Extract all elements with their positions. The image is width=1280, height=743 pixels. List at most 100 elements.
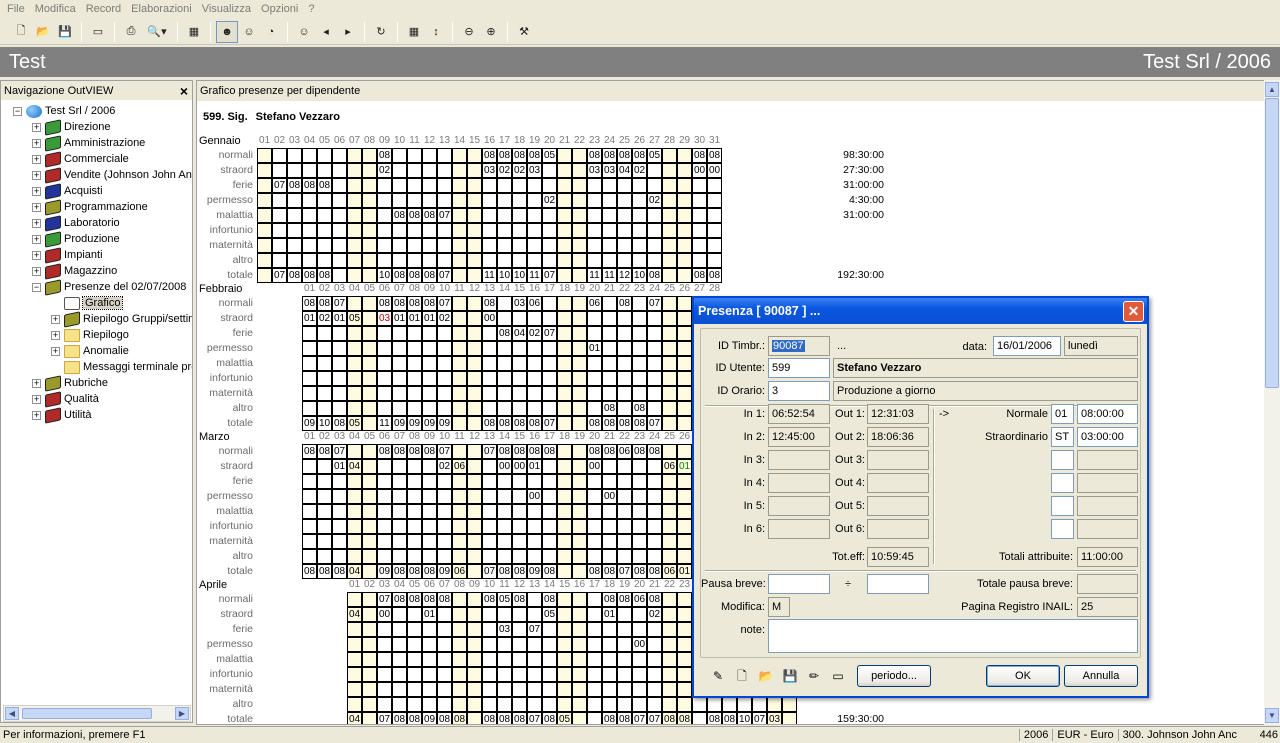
- id-orario-field[interactable]: 3: [768, 381, 830, 401]
- menu-item-visualizza[interactable]: Visualizza: [197, 3, 256, 15]
- menu-item-file[interactable]: File: [2, 3, 30, 15]
- report-icon[interactable]: ▦: [183, 21, 205, 43]
- vertical-scrollbar[interactable]: ▲ ▼: [1264, 80, 1280, 725]
- expand-icon[interactable]: +: [32, 154, 41, 164]
- out-field[interactable]: [867, 450, 929, 470]
- expand-icon[interactable]: +: [32, 202, 41, 212]
- tree-item[interactable]: + Qualità: [32, 390, 99, 408]
- horizontal-scrollbar[interactable]: ◀ ▶: [3, 705, 191, 722]
- id-timbr-field[interactable]: 90087: [768, 336, 830, 356]
- scroll-right-icon[interactable]: ▶: [175, 707, 189, 720]
- tree-item[interactable]: + Produzione: [32, 230, 120, 248]
- tree-item[interactable]: + Utilità: [32, 406, 92, 424]
- extra-code-field[interactable]: [1051, 450, 1074, 470]
- edit-icon[interactable]: ✎: [710, 668, 726, 684]
- expand-icon[interactable]: +: [32, 250, 41, 260]
- expand-icon[interactable]: +: [32, 378, 41, 388]
- tree-item[interactable]: − Test Srl / 2006: [13, 103, 115, 119]
- users-color-icon[interactable]: ☺: [238, 21, 260, 43]
- expand-icon[interactable]: −: [13, 106, 22, 116]
- extra-code-field[interactable]: [1051, 496, 1074, 516]
- zoom-out-icon[interactable]: ⊖: [458, 21, 480, 43]
- open-icon[interactable]: 📂: [32, 21, 54, 43]
- open-icon[interactable]: 📂: [758, 668, 774, 684]
- expand-icon[interactable]: +: [32, 170, 41, 180]
- tree-item[interactable]: Messaggi terminale pre: [51, 359, 192, 375]
- prev-icon[interactable]: ◂: [315, 21, 337, 43]
- tree-item[interactable]: + Acquisti: [32, 182, 103, 200]
- pausa-end-field[interactable]: [867, 574, 929, 594]
- menu-item-elaborazioni[interactable]: Elaborazioni: [126, 3, 197, 15]
- tree-item[interactable]: + Laboratorio: [32, 214, 120, 232]
- print-icon[interactable]: ⎙: [120, 21, 142, 43]
- tree-item[interactable]: + Programmazione: [32, 198, 148, 216]
- close-icon[interactable]: ×: [180, 83, 188, 99]
- card-icon[interactable]: ▭: [87, 21, 109, 43]
- card-icon[interactable]: ▭: [830, 668, 846, 684]
- tree-item[interactable]: + Amministrazione: [32, 134, 145, 152]
- tree-item[interactable]: + Impianti: [32, 246, 103, 264]
- note-field[interactable]: [768, 619, 1138, 653]
- tree-item[interactable]: + Magazzino: [32, 262, 117, 280]
- scroll-thumb[interactable]: [1265, 98, 1279, 388]
- new-icon[interactable]: 🗋: [10, 21, 32, 43]
- out-field[interactable]: [867, 473, 929, 493]
- out-field[interactable]: [867, 496, 929, 516]
- scroll-thumb[interactable]: [22, 708, 152, 719]
- menu-item-modifica[interactable]: Modifica: [30, 3, 81, 15]
- expand-icon[interactable]: +: [32, 122, 41, 132]
- expand-icon[interactable]: +: [32, 218, 41, 228]
- tree-item[interactable]: + Riepilogo: [51, 327, 129, 343]
- straord-code-field[interactable]: ST: [1051, 427, 1074, 447]
- extra-code-field[interactable]: [1051, 519, 1074, 539]
- expand-icon[interactable]: +: [32, 186, 41, 196]
- normale-value-field[interactable]: 08:00:00: [1077, 404, 1138, 424]
- users-icon[interactable]: ☻: [216, 20, 238, 43]
- tree-item[interactable]: + Direzione: [32, 118, 110, 136]
- tree-item[interactable]: + Anomalie: [51, 343, 129, 359]
- new-icon[interactable]: 🗋: [734, 668, 750, 684]
- next-icon[interactable]: ▸: [337, 21, 359, 43]
- data-field[interactable]: 16/01/2006: [993, 336, 1061, 356]
- extra-code-field[interactable]: [1051, 473, 1074, 493]
- tree-item[interactable]: + Commerciale: [32, 150, 129, 168]
- tools-icon[interactable]: ⚒: [513, 21, 535, 43]
- user-search-icon[interactable]: ☺: [293, 21, 315, 43]
- out-field[interactable]: 12:31:03: [867, 404, 929, 424]
- save-icon[interactable]: 💾: [782, 668, 798, 684]
- normale-code-field[interactable]: 01: [1051, 404, 1074, 424]
- expand-icon[interactable]: −: [32, 282, 41, 292]
- tree-item[interactable]: Grafico: [51, 295, 124, 311]
- cancel-button[interactable]: Annulla: [1064, 665, 1138, 687]
- menu-item-record[interactable]: Record: [81, 3, 126, 15]
- menu-item-help[interactable]: ?: [303, 3, 319, 15]
- pausa-start-field[interactable]: [768, 574, 830, 594]
- users-gray-icon[interactable]: ◔: [260, 21, 282, 43]
- periodo-button[interactable]: periodo...: [857, 665, 931, 687]
- refresh-icon[interactable]: ↻: [370, 21, 392, 43]
- scroll-left-icon[interactable]: ◀: [5, 707, 19, 720]
- tree-item[interactable]: − Presenze del 02/07/2008: [32, 278, 186, 296]
- pencil-icon[interactable]: ✏: [806, 668, 822, 684]
- expand-icon[interactable]: +: [51, 346, 60, 356]
- preview-icon[interactable]: 🔍▾: [142, 21, 172, 43]
- expand-icon[interactable]: +: [32, 394, 41, 404]
- tree-item[interactable]: + Rubriche: [32, 374, 108, 392]
- id-utente-field[interactable]: 599: [768, 358, 830, 378]
- straord-value-field[interactable]: 03:00:00: [1077, 427, 1138, 447]
- expand-icon[interactable]: +: [32, 266, 41, 276]
- save-icon[interactable]: 💾: [54, 21, 76, 43]
- out-field[interactable]: [867, 519, 929, 539]
- report2-icon[interactable]: ▦: [403, 21, 425, 43]
- close-icon[interactable]: ✕: [1123, 300, 1144, 322]
- sort-icon[interactable]: ↕: [425, 21, 447, 43]
- out-field[interactable]: 18:06:36: [867, 427, 929, 447]
- scroll-up-icon[interactable]: ▲: [1265, 82, 1279, 97]
- expand-icon[interactable]: +: [32, 410, 41, 420]
- expand-icon[interactable]: +: [51, 330, 60, 340]
- expand-icon[interactable]: +: [51, 314, 60, 324]
- tree-item[interactable]: + Riepilogo Gruppi/settim: [51, 310, 192, 328]
- menu-item-opzioni[interactable]: Opzioni: [256, 3, 303, 15]
- id-timbr-lookup[interactable]: ...: [837, 340, 846, 352]
- scroll-down-icon[interactable]: ▼: [1265, 708, 1279, 723]
